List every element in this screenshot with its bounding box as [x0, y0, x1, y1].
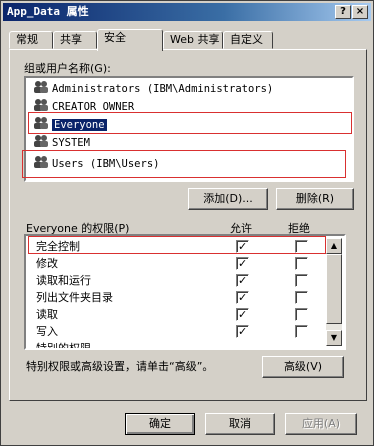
tab-custom[interactable]: 自定义: [223, 31, 273, 49]
user-group-icon: [34, 99, 48, 111]
allow-checkbox[interactable]: ✓: [236, 325, 249, 338]
perm-row-special: 特别的权限: [30, 340, 322, 348]
user-item-creator-owner[interactable]: CREATOR OWNER: [32, 98, 134, 116]
check-icon: ✓: [238, 308, 248, 321]
user-item-administrators[interactable]: Administrators (IBM\Administrators): [32, 80, 273, 98]
title-bar[interactable]: App_Data 属性 ? ×: [3, 3, 371, 21]
deny-checkbox[interactable]: [295, 308, 308, 321]
user-item-system[interactable]: SYSTEM: [32, 134, 90, 152]
window-title: App_Data 属性: [7, 5, 89, 18]
tab-general[interactable]: 常规: [9, 31, 53, 49]
allow-checkbox[interactable]: ✓: [236, 291, 249, 304]
deny-checkbox[interactable]: [295, 257, 308, 270]
perm-row-modify: 修改 ✓: [30, 255, 322, 272]
users-label: 组或用户名称(G):: [24, 62, 111, 75]
allow-checkbox[interactable]: ✓: [236, 308, 249, 321]
check-icon: ✓: [238, 257, 248, 270]
check-icon: ✓: [238, 240, 248, 253]
check-icon: ✓: [238, 325, 248, 338]
apply-button[interactable]: 应用(A): [285, 413, 357, 435]
perm-row-read: 读取 ✓: [30, 306, 322, 323]
check-icon: ✓: [238, 274, 248, 287]
add-button[interactable]: 添加(D)...: [188, 188, 268, 210]
tab-sharing[interactable]: 共享: [53, 31, 97, 49]
check-icon: ✓: [238, 291, 248, 304]
tab-security[interactable]: 安全: [97, 29, 163, 51]
perm-row-list-folder: 列出文件夹目录 ✓: [30, 289, 322, 306]
deny-checkbox[interactable]: [295, 240, 308, 253]
deny-checkbox[interactable]: [295, 291, 308, 304]
advanced-note: 特别权限或高级设置，请单击“高级”。: [26, 360, 214, 373]
user-group-icon: [34, 135, 48, 147]
user-group-icon: [34, 117, 48, 129]
perm-row-read-execute: 读取和运行 ✓: [30, 272, 322, 289]
user-group-icon: [34, 156, 48, 168]
tab-web-sharing[interactable]: Web 共享: [163, 31, 223, 49]
scroll-thumb[interactable]: [326, 254, 342, 324]
user-item-everyone[interactable]: Everyone: [32, 116, 107, 134]
scroll-down-icon[interactable]: ▼: [326, 330, 342, 346]
users-listbox[interactable]: Administrators (IBM\Administrators) CREA…: [24, 76, 354, 182]
permissions-scrollbar[interactable]: ▲ ▼: [326, 238, 342, 346]
ok-button[interactable]: 确定: [125, 413, 195, 435]
user-group-icon: [34, 81, 48, 93]
help-button[interactable]: ?: [335, 5, 351, 19]
user-item-users[interactable]: Users (IBM\Users): [32, 155, 159, 173]
deny-checkbox[interactable]: [295, 325, 308, 338]
close-button[interactable]: ×: [352, 5, 368, 19]
scroll-up-icon[interactable]: ▲: [326, 238, 342, 254]
cancel-button[interactable]: 取消: [205, 413, 275, 435]
permissions-list: 完全控制 ✓ 修改 ✓ 读取和运行 ✓ 列出文件夹目录 ✓ 读取 ✓ 写入 ✓ …: [24, 234, 346, 350]
perm-row-write: 写入 ✓: [30, 323, 322, 340]
allow-checkbox[interactable]: ✓: [236, 257, 249, 270]
deny-checkbox[interactable]: [295, 274, 308, 287]
perm-row-full-control: 完全控制 ✓: [30, 238, 322, 255]
allow-checkbox[interactable]: ✓: [236, 274, 249, 287]
remove-button[interactable]: 删除(R): [276, 188, 354, 210]
properties-dialog: App_Data 属性 ? × 常规 共享 安全 Web 共享 自定义 组或用户…: [0, 0, 374, 446]
advanced-button[interactable]: 高级(V): [262, 356, 344, 378]
allow-checkbox[interactable]: ✓: [236, 240, 249, 253]
security-panel: 组或用户名称(G): Administrators (IBM\Administr…: [9, 49, 367, 401]
